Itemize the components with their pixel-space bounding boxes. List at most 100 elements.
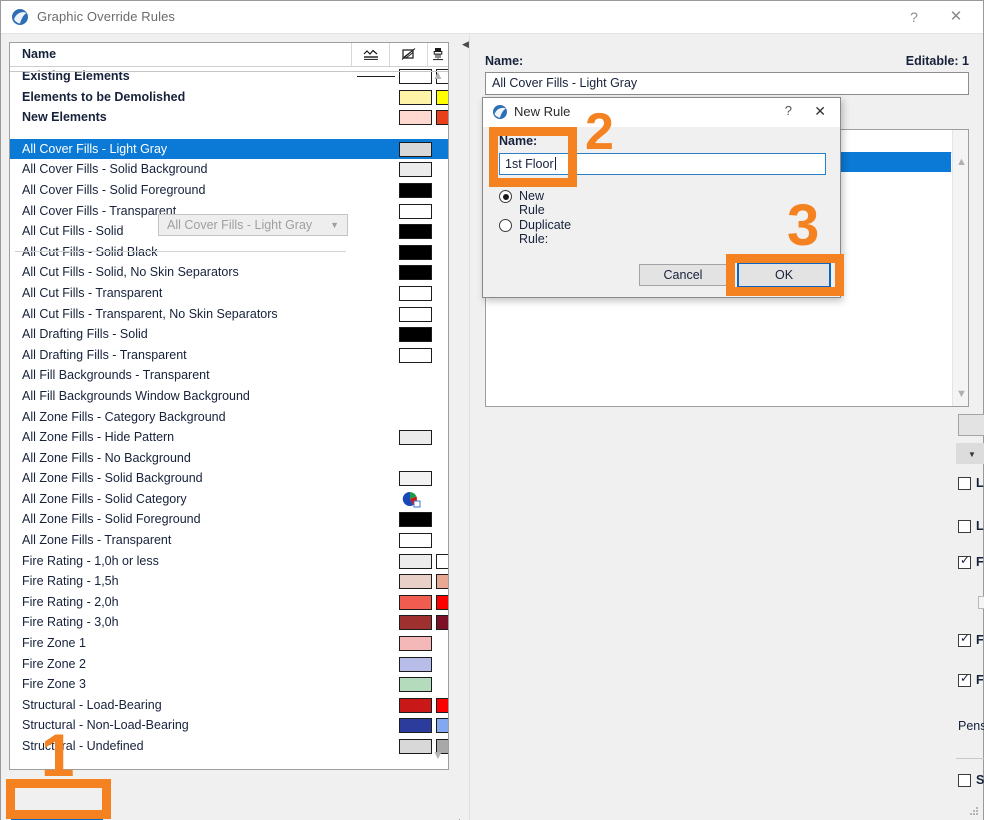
criteria-scrollbar[interactable]: ▲ ▼: [952, 130, 968, 406]
criteria-scroll-up-icon[interactable]: ▲: [956, 156, 967, 168]
column-header-name[interactable]: Name: [22, 47, 56, 61]
rules-list-row[interactable]: All Zone Fills - Solid Category: [10, 489, 448, 510]
rules-list-row[interactable]: All Cover Fills - Solid Foreground: [10, 180, 448, 201]
rule-swatch: [399, 636, 432, 652]
column-header-fill[interactable]: [389, 43, 427, 66]
rules-list-row[interactable]: All Zone Fills - Category Background: [10, 407, 448, 428]
rule-swatch: [399, 471, 432, 487]
dialog-name-input[interactable]: 1st Floor: [499, 153, 826, 175]
rule-name-label: Fire Rating - 3,0h: [22, 615, 119, 630]
rules-list-row[interactable]: Fire Zone 1: [10, 633, 448, 654]
fill-type-row: ✓ Fill Type: 25 % ▶: [956, 552, 984, 584]
resize-grip[interactable]: [969, 805, 979, 815]
fill-background-pen-checkbox[interactable]: ✓: [958, 672, 971, 687]
rule-swatch: [399, 739, 432, 754]
rule-name-label: Fire Rating - 1,5h: [22, 574, 119, 589]
dialog-divider: [15, 251, 346, 252]
rules-list-row[interactable]: All Cover Fills - Solid Background: [10, 159, 448, 180]
rule-name-label: All Cover Fills - Transparent: [22, 203, 177, 218]
dialog-cancel-button[interactable]: Cancel: [639, 264, 727, 286]
rules-rows-container[interactable]: Existing Elements Elements to be Demolish…: [10, 66, 448, 769]
rules-list-row[interactable]: All Fill Backgrounds - Transparent: [10, 365, 448, 386]
scroll-up-arrow[interactable]: ▲: [431, 69, 445, 83]
list-divider: [10, 71, 448, 139]
rule-name-label: All Drafting Fills - Transparent: [22, 347, 187, 362]
rules-list-row[interactable]: All Drafting Fills - Solid: [10, 324, 448, 345]
rule-swatch: [399, 141, 432, 157]
rule-name-label: All Cut Fills - Transparent: [22, 285, 163, 300]
close-icon[interactable]: ✕: [943, 8, 969, 26]
rule-swatch: [399, 533, 432, 549]
column-header-surface[interactable]: [427, 43, 448, 66]
fill-foreground-pen-checkbox[interactable]: ✓: [958, 632, 971, 647]
rules-list-row[interactable]: All Cut Fills - Transparent: [10, 283, 448, 304]
dialog-ok-button[interactable]: OK: [737, 262, 831, 288]
rules-list-row[interactable]: All Cover Fills - Light Gray: [10, 138, 448, 160]
rule-swatch: [399, 306, 432, 322]
rules-list-row[interactable]: Fire Rating - 3,0h: [10, 612, 448, 633]
rule-name-label: Structural - Undefined: [22, 739, 144, 753]
dialog-name-value: 1st Floor: [505, 157, 554, 171]
panel-splitter[interactable]: ◀: [460, 34, 472, 820]
rule-name-label: Fire Rating - 2,0h: [22, 594, 119, 609]
rules-list-row[interactable]: All Fill Backgrounds Window Background: [10, 386, 448, 407]
rules-list-row[interactable]: All Cut Fills - Transparent, No Skin Sep…: [10, 304, 448, 325]
fill-foreground-pen-label: Fill Foreground Pen:: [976, 633, 984, 647]
rules-list-row[interactable]: All Cut Fills - Solid, No Skin Separator…: [10, 262, 448, 283]
scroll-down-arrow[interactable]: ▼: [431, 749, 445, 763]
duplicate-source-combo: All Cover Fills - Light Gray ▼: [158, 214, 348, 236]
rules-list-row[interactable]: Fire Zone 3: [10, 674, 448, 695]
criteria-scroll-down-icon[interactable]: ▼: [956, 388, 967, 400]
rules-list-row[interactable]: All Zone Fills - Solid Foreground: [10, 509, 448, 530]
rule-swatch: [436, 615, 448, 631]
rules-list-header: Name: [10, 43, 448, 67]
rule-name-label: Fire Zone 1: [22, 636, 86, 651]
rules-list-row[interactable]: Structural - Non-Load-Bearing: [10, 715, 448, 736]
add-criteria-button[interactable]: Add... ▶: [958, 414, 984, 436]
collapse-left-icon[interactable]: ◀: [462, 39, 469, 50]
rule-name-label: All Cover Fills - Light Gray: [22, 141, 168, 156]
rules-list-row[interactable]: Fire Rating - 2,0h: [10, 592, 448, 613]
fill-type-checkbox[interactable]: ✓: [958, 554, 971, 569]
rules-list-row[interactable]: Fire Rating - 1,0h or less: [10, 551, 448, 572]
rules-list-row[interactable]: Elements to be Demolished: [10, 87, 448, 108]
rules-list-row[interactable]: Fire Zone 2: [10, 654, 448, 675]
rule-swatch: [399, 697, 432, 713]
rules-list-row[interactable]: Structural - Undefined: [10, 736, 448, 757]
column-header-line-type[interactable]: [351, 43, 389, 66]
rules-list-row[interactable]: New Elements: [10, 107, 448, 128]
override-style-section-header[interactable]: ▼ OVERRIDE STYLE: [956, 443, 984, 464]
rule-swatch: [399, 327, 432, 343]
rules-list[interactable]: Name Existing Elements Elements to be De…: [9, 42, 449, 770]
dialog-help-icon[interactable]: ?: [785, 103, 792, 118]
surface-checkbox[interactable]: [958, 774, 971, 787]
rule-name-input[interactable]: All Cover Fills - Light Gray: [485, 72, 969, 95]
rules-list-row[interactable]: All Drafting Fills - Transparent: [10, 345, 448, 366]
rules-list-row[interactable]: Fire Rating - 1,5h: [10, 571, 448, 592]
dialog-name-label: Name:: [499, 134, 538, 148]
help-icon[interactable]: ?: [901, 8, 927, 26]
line-type-label: Line Type:: [976, 476, 984, 490]
line-pen-checkbox[interactable]: [958, 520, 971, 533]
rules-list-row[interactable]: Structural - Load-Bearing: [10, 695, 448, 716]
rules-list-row[interactable]: All Zone Fills - No Background: [10, 448, 448, 469]
rule-swatch: [399, 553, 432, 569]
rule-swatch: [399, 574, 432, 590]
dialog-close-icon[interactable]: ✕: [814, 103, 826, 120]
duplicate-rule-radio[interactable]: [499, 219, 512, 232]
rules-list-row[interactable]: All Zone Fills - Solid Background: [10, 468, 448, 489]
rule-swatch: [436, 89, 448, 105]
rules-list-row[interactable]: All Zone Fills - Transparent: [10, 530, 448, 551]
rule-name-label: All Zone Fills - Solid Foreground: [22, 512, 201, 527]
line-type-checkbox[interactable]: [958, 477, 971, 490]
rule-swatch: [436, 697, 448, 713]
rule-name-label: Elements to be Demolished: [22, 89, 186, 104]
duplicate-rule-radio-label: Duplicate Rule:: [519, 218, 572, 246]
rules-list-row[interactable]: All Cut Fills - Solid Black: [10, 242, 448, 263]
rule-swatch: [399, 430, 432, 446]
new-rule-radio[interactable]: [499, 190, 512, 203]
rules-list-row[interactable]: Existing Elements: [10, 66, 448, 87]
rules-list-row[interactable]: All Zone Fills - Hide Pattern: [10, 427, 448, 448]
chevron-down-icon: ▼: [330, 220, 339, 230]
rule-swatch: [399, 110, 432, 126]
